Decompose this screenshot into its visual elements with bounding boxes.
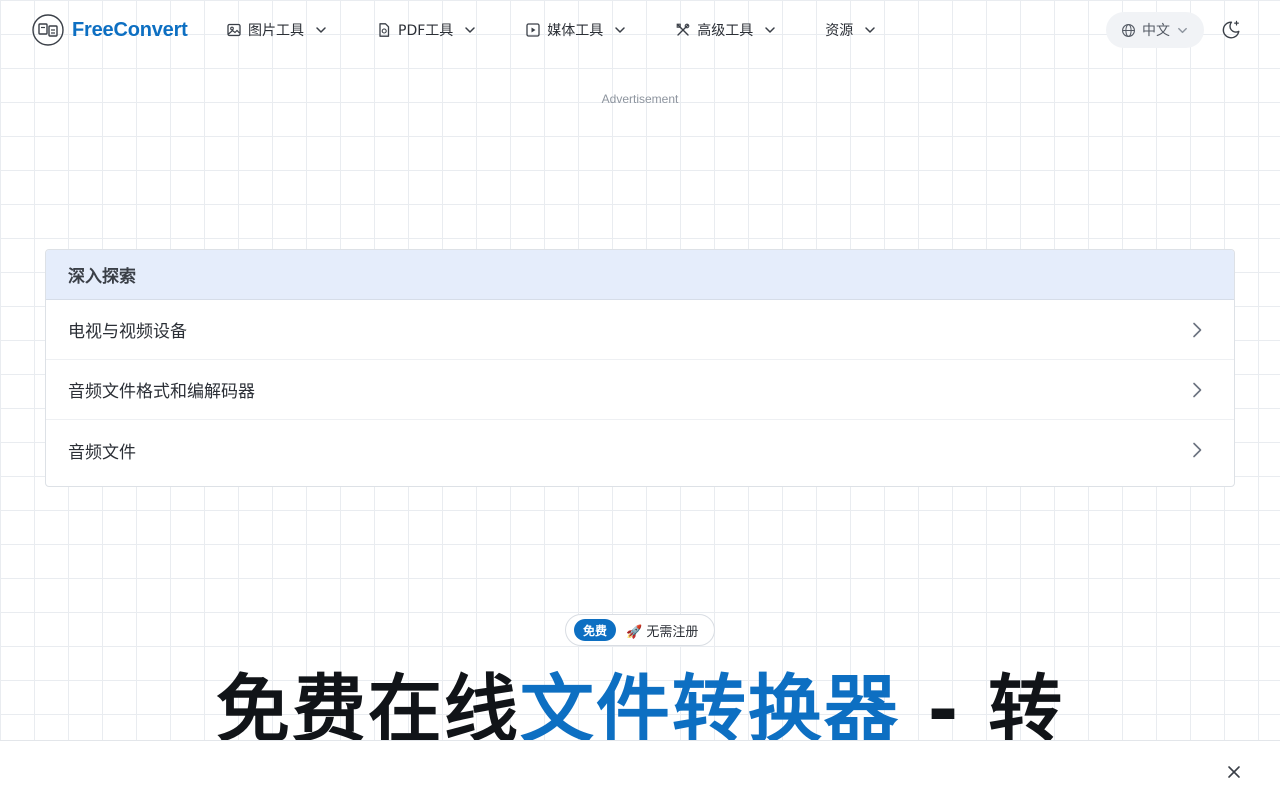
explore-item-tv-video-devices[interactable]: 电视与视频设备	[46, 300, 1234, 360]
moon-sparkle-icon	[1222, 20, 1240, 39]
nav-label: PDF工具	[398, 23, 454, 39]
close-icon	[1228, 766, 1240, 778]
language-label: 中文	[1142, 23, 1170, 39]
document-icon	[376, 22, 392, 38]
chevron-down-icon	[314, 23, 328, 37]
brand-name: FreeConvert	[72, 18, 188, 41]
site-header: FreeConvert 图片工具 PDF工具 媒体工具 高级工具 资源 中文	[0, 0, 1280, 62]
no-signup-text: 🚀 无需注册	[626, 624, 699, 640]
bottom-ad-bar	[0, 740, 1280, 800]
image-icon	[226, 22, 242, 38]
advertisement-label: Advertisement	[601, 92, 679, 106]
play-icon	[525, 22, 541, 38]
nav-advanced-tools[interactable]: 高级工具	[675, 17, 777, 43]
chevron-down-icon	[863, 23, 877, 37]
tools-icon	[675, 22, 691, 38]
chevron-down-icon	[463, 23, 477, 37]
chevron-right-icon	[1188, 321, 1206, 339]
explore-item-label: 音频文件	[68, 442, 136, 463]
globe-icon	[1122, 23, 1135, 37]
chevron-down-icon	[1178, 27, 1187, 33]
theme-toggle-button[interactable]	[1219, 18, 1243, 42]
chevron-down-icon	[613, 23, 627, 37]
chevron-down-icon	[763, 23, 777, 37]
chevron-right-icon	[1188, 441, 1206, 459]
nav-label: 媒体工具	[547, 23, 604, 39]
nav-pdf-tools[interactable]: PDF工具	[376, 17, 477, 43]
explore-panel-title: 深入探索	[46, 250, 1234, 300]
main-nav: 图片工具 PDF工具 媒体工具 高级工具 资源	[226, 17, 877, 43]
explore-item-audio-files[interactable]: 音频文件	[46, 420, 1234, 480]
file-convert-logo-icon	[32, 14, 64, 46]
nav-media-tools[interactable]: 媒体工具	[525, 17, 627, 43]
explore-item-label: 电视与视频设备	[68, 322, 187, 342]
explore-item-label: 音频文件格式和编解码器	[68, 382, 255, 402]
language-selector[interactable]: 中文	[1106, 12, 1204, 48]
nav-resources[interactable]: 资源	[825, 17, 877, 43]
nav-label: 高级工具	[697, 23, 754, 39]
free-pill: 免费	[574, 619, 617, 641]
free-badge: 免费 🚀 无需注册	[565, 614, 715, 646]
chevron-right-icon	[1188, 381, 1206, 399]
explore-panel: 深入探索 电视与视频设备 音频文件格式和编解码器 音频文件	[45, 249, 1235, 487]
brand-logo[interactable]: FreeConvert	[32, 13, 188, 47]
explore-item-audio-formats-codecs[interactable]: 音频文件格式和编解码器	[46, 360, 1234, 420]
close-button[interactable]	[1224, 762, 1244, 782]
nav-label: 图片工具	[248, 23, 304, 39]
nav-label: 资源	[825, 23, 854, 39]
nav-image-tools[interactable]: 图片工具	[226, 17, 328, 43]
